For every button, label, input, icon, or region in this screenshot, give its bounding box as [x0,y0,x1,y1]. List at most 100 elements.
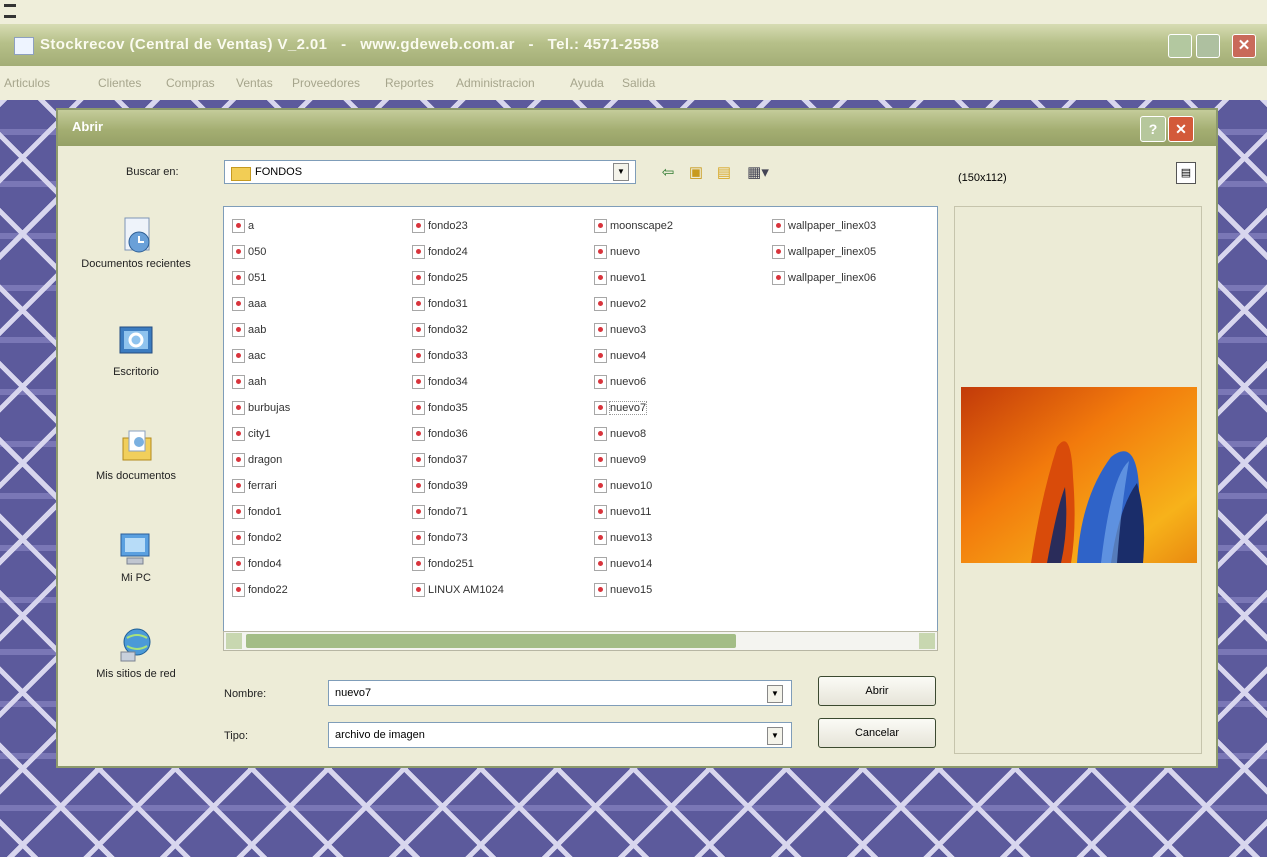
app-close-button[interactable]: ✕ [1232,34,1256,58]
image-file-icon [594,505,607,519]
chevron-down-icon[interactable]: ▼ [613,163,629,181]
file-item[interactable]: fondo25 [412,265,590,291]
file-item[interactable]: fondo2 [232,525,410,551]
file-item[interactable]: wallpaper_linex05 [772,239,937,265]
menu-articulos[interactable]: Articulos [4,76,50,90]
up-folder-icon[interactable]: ▣ [686,164,706,182]
file-item[interactable]: nuevo11 [594,499,772,525]
file-item[interactable]: fondo1 [232,499,410,525]
system-menu-icon[interactable] [4,4,16,18]
menu-reportes[interactable]: Reportes [385,76,434,90]
file-name: aac [248,350,266,362]
file-item[interactable]: nuevo8 [594,421,772,447]
file-item[interactable]: LINUX AM1024 [412,577,590,603]
file-item[interactable]: fondo37 [412,447,590,473]
menu-clientes[interactable]: Clientes [98,76,141,90]
place-my-computer[interactable]: Mi PC [66,530,206,585]
menu-ventas[interactable]: Ventas [236,76,273,90]
file-item[interactable]: fondo73 [412,525,590,551]
help-button[interactable]: ? [1140,116,1166,142]
horizontal-scrollbar[interactable] [223,631,938,651]
file-item[interactable]: nuevo6 [594,369,772,395]
menu-administracion[interactable]: Administracion [456,76,535,90]
menu-proveedores[interactable]: Proveedores [292,76,360,90]
file-name: aaa [248,298,267,310]
file-item[interactable]: nuevo3 [594,317,772,343]
file-item[interactable]: 050 [232,239,410,265]
filename-value: nuevo7 [335,687,372,699]
file-item[interactable]: aab [232,317,410,343]
scroll-right-button[interactable] [919,633,935,649]
file-name: fondo22 [248,584,288,596]
file-item[interactable]: nuevo10 [594,473,772,499]
file-item[interactable]: fondo34 [412,369,590,395]
file-item[interactable]: nuevo [594,239,772,265]
scroll-thumb[interactable] [246,634,736,648]
file-item[interactable]: fondo4 [232,551,410,577]
place-my-documents[interactable]: Mis documentos [66,428,206,483]
file-item[interactable]: dragon [232,447,410,473]
file-item[interactable]: aah [232,369,410,395]
file-item[interactable]: nuevo4 [594,343,772,369]
dialog-close-button[interactable]: ✕ [1168,116,1194,142]
menu-ayuda[interactable]: Ayuda [570,76,604,90]
file-item[interactable]: fondo31 [412,291,590,317]
image-file-icon [594,557,607,571]
file-item[interactable]: fondo71 [412,499,590,525]
image-file-icon [232,427,245,441]
file-name: fondo23 [428,220,468,232]
file-item[interactable]: nuevo15 [594,577,772,603]
file-item[interactable]: wallpaper_linex06 [772,265,937,291]
place-desktop[interactable]: Escritorio [66,324,206,379]
file-item[interactable]: fondo22 [232,577,410,603]
file-type-dropdown[interactable]: archivo de imagen ▼ [328,722,792,748]
menu-salida[interactable]: Salida [622,76,655,90]
preview-toggle-icon[interactable]: ▤ [1176,162,1196,184]
file-item[interactable]: nuevo9 [594,447,772,473]
file-item[interactable]: aac [232,343,410,369]
image-file-icon [412,271,425,285]
file-item[interactable]: moonscape2 [594,213,772,239]
back-arrow-icon[interactable]: ⇦ [658,164,678,182]
file-item[interactable]: 051 [232,265,410,291]
place-recent-documents[interactable]: Documentos recientes [66,216,206,271]
chevron-down-icon[interactable]: ▼ [767,685,783,703]
file-item[interactable]: fondo23 [412,213,590,239]
look-in-dropdown[interactable]: FONDOS ▼ [224,160,636,184]
image-file-icon [772,271,785,285]
file-item[interactable]: aaa [232,291,410,317]
file-item[interactable]: a [232,213,410,239]
file-item[interactable]: fondo35 [412,395,590,421]
app-minimize-button[interactable] [1168,34,1192,58]
file-name: fondo32 [428,324,468,336]
file-item[interactable]: nuevo1 [594,265,772,291]
image-file-icon [594,375,607,389]
open-button[interactable]: Abrir [818,676,936,706]
file-item[interactable]: fondo36 [412,421,590,447]
file-item[interactable]: burbujas [232,395,410,421]
file-item[interactable]: fondo39 [412,473,590,499]
file-item[interactable]: nuevo14 [594,551,772,577]
file-item[interactable]: fondo24 [412,239,590,265]
view-menu-icon[interactable]: ▦▾ [742,164,774,182]
menu-compras[interactable]: Compras [166,76,215,90]
app-maximize-button[interactable] [1196,34,1220,58]
file-item[interactable]: fondo32 [412,317,590,343]
file-item[interactable]: nuevo2 [594,291,772,317]
file-item[interactable]: nuevo13 [594,525,772,551]
file-item[interactable]: ferrari [232,473,410,499]
file-item[interactable]: city1 [232,421,410,447]
chevron-down-icon[interactable]: ▼ [767,727,783,745]
cancel-button[interactable]: Cancelar [818,718,936,748]
filename-input[interactable]: nuevo7 ▼ [328,680,792,706]
scroll-left-button[interactable] [226,633,242,649]
image-file-icon [412,375,425,389]
file-list[interactable]: a 050 051 aaa aab aac aah burbujas city1 dragon fe… [223,206,938,646]
file-item[interactable]: fondo251 [412,551,590,577]
new-folder-icon[interactable]: ▤ [714,164,734,182]
file-item[interactable]: fondo33 [412,343,590,369]
place-network[interactable]: Mis sitios de red [66,626,206,681]
file-item[interactable]: wallpaper_linex03 [772,213,937,239]
file-name: dragon [248,454,283,466]
file-item[interactable]: nuevo7 [594,395,772,421]
